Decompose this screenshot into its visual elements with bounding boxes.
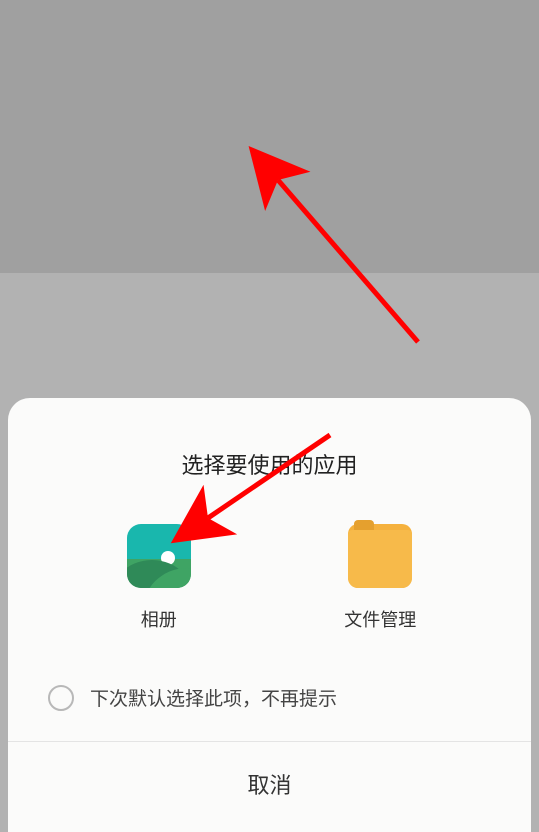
gallery-icon [127, 524, 191, 588]
apps-row: 相册 文件管理 [8, 524, 531, 662]
app-chooser-sheet: 选择要使用的应用 相册 文件管理 下次默认选择此项，不再提示 取消 [8, 398, 531, 832]
app-label-file-manager: 文件管理 [344, 606, 416, 632]
folder-icon [348, 524, 412, 588]
cancel-button[interactable]: 取消 [8, 742, 531, 826]
radio-unchecked-icon [48, 685, 74, 711]
default-option-row[interactable]: 下次默认选择此项，不再提示 [8, 662, 531, 741]
sheet-title: 选择要使用的应用 [8, 398, 531, 524]
background-top [0, 0, 539, 273]
app-item-file-manager[interactable]: 文件管理 [305, 524, 455, 632]
default-option-label: 下次默认选择此项，不再提示 [90, 684, 337, 711]
app-item-gallery[interactable]: 相册 [84, 524, 234, 632]
app-label-gallery: 相册 [141, 606, 177, 632]
